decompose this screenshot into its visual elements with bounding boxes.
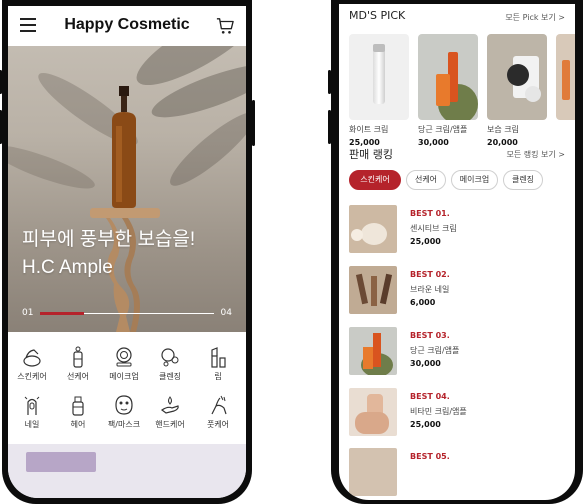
product-name: 보습 크림 [487, 125, 519, 134]
product-price: 30,000 [418, 138, 449, 147]
skincare-icon [23, 349, 41, 367]
cleansing-icon [161, 348, 179, 367]
product-image [349, 34, 409, 120]
app-header: Happy Cosmetic [8, 6, 246, 46]
category-handcare[interactable]: 핸드케어 [150, 394, 190, 430]
product-image [349, 388, 397, 436]
ranking-item[interactable]: BEST 03. 당근 크림/앰플 30,000 [349, 327, 559, 381]
tab-suncare[interactable]: 선케어 [406, 170, 446, 190]
product-name: 화이트 크림 [349, 125, 389, 134]
suncare-icon [73, 346, 83, 368]
side-button [0, 70, 2, 94]
product-bottle-illustration [90, 86, 160, 332]
md-pick-view-all[interactable]: 모든 Pick 보기 > [505, 12, 565, 23]
slide-current: 01 [22, 308, 34, 318]
category-lip[interactable]: 립 [198, 346, 238, 382]
category-makeup[interactable]: 메이크업 [104, 346, 144, 382]
rank-label: BEST 05. [410, 452, 450, 461]
tab-skincare[interactable]: 스킨케어 [349, 170, 401, 190]
category-footcare[interactable]: 풋케어 [198, 394, 238, 430]
product-price: 25,000 [410, 420, 441, 429]
product-name: 비타민 크림/앰플 [410, 407, 467, 416]
md-pick-item[interactable]: 보습 크림 20,000 [487, 34, 549, 147]
category-label: 네일 [24, 420, 40, 429]
side-button [328, 70, 331, 94]
category-label: 립 [214, 372, 222, 381]
product-image [349, 205, 397, 253]
category-label: 헤어 [70, 420, 86, 429]
md-pick-title: MD'S PICK [349, 9, 406, 22]
promo-strip[interactable] [8, 444, 246, 498]
md-pick-item[interactable]: 화이트 크림 25,000 [349, 34, 411, 147]
hero-banner[interactable] [8, 6, 246, 332]
ranking-view-all[interactable]: 모든 랭킹 보기 > [507, 149, 566, 160]
category-nail[interactable]: 네일 [12, 394, 52, 430]
hero-headline: 피부에 풍부한 보습을! [22, 229, 196, 250]
slide-progress [40, 312, 84, 315]
md-pick-item[interactable] [556, 34, 575, 124]
product-price: 30,000 [410, 359, 441, 368]
rank-label: BEST 03. [410, 331, 450, 340]
ranking-item[interactable]: BEST 01. 센시티브 크림 25,000 [349, 205, 559, 259]
hand-care-icon [160, 396, 179, 414]
ranking-item[interactable]: BEST 02. 브라운 네일 6,000 [349, 266, 559, 320]
category-skincare[interactable]: 스킨케어 [12, 346, 52, 382]
product-image [556, 34, 575, 120]
product-name: 당근 크림/앰플 [410, 346, 460, 355]
face-mask-icon [115, 395, 133, 415]
app-title: Happy Cosmetic [64, 16, 190, 33]
product-image [418, 34, 478, 120]
rank-label: BEST 04. [410, 392, 450, 401]
ranking-title: 판매 랭킹 [349, 148, 393, 161]
cart-icon[interactable] [216, 17, 234, 35]
product-image [349, 448, 397, 496]
product-price: 6,000 [410, 298, 436, 307]
category-label: 팩/마스크 [107, 420, 141, 429]
nail-icon [24, 396, 40, 415]
shop-screen: MD'S PICK 모든 Pick 보기 > 화이트 크림 25,000 당근 … [339, 4, 575, 500]
hair-bottle-icon [72, 396, 84, 416]
slide-total: 04 [220, 308, 232, 318]
category-suncare[interactable]: 선케어 [58, 346, 98, 382]
category-label: 핸드케어 [155, 420, 185, 429]
ranking-item[interactable]: BEST 04. 비타민 크림/앰플 25,000 [349, 388, 559, 442]
product-price: 20,000 [487, 138, 518, 147]
home-screen: Happy Cosmetic 피부에 풍부한 보습을! H.C Ample 01… [8, 6, 246, 498]
product-name: 센시티브 크림 [410, 224, 457, 233]
lipstick-icon [211, 347, 226, 368]
side-button [252, 100, 255, 146]
category-mask[interactable]: 팩/마스크 [104, 394, 144, 430]
rank-label: BEST 02. [410, 270, 450, 279]
md-pick-item[interactable]: 당근 크림/앰플 30,000 [418, 34, 480, 147]
rank-label: BEST 01. [410, 209, 450, 218]
phone-frame-left: Happy Cosmetic 피부에 풍부한 보습을! H.C Ample 01… [0, 0, 255, 504]
category-label: 선케어 [66, 372, 90, 381]
category-cleansing[interactable]: 클렌징 [150, 346, 190, 382]
product-price: 25,000 [410, 237, 441, 246]
tab-makeup[interactable]: 메이크업 [451, 170, 498, 190]
product-image [349, 266, 397, 314]
promo-thumbnail [26, 452, 96, 472]
category-grid: 스킨케어 선케어 메이크업 클렌징 립 네일 헤어 팩/마스크 핸드케어 풋케어 [8, 332, 246, 444]
tab-cleansing[interactable]: 클렌징 [503, 170, 543, 190]
side-button [328, 110, 331, 144]
category-label: 풋케어 [206, 420, 230, 429]
category-label: 스킨케어 [17, 372, 47, 381]
product-name: 브라운 네일 [410, 285, 450, 294]
category-label: 클렌징 [158, 372, 182, 381]
product-name: 당근 크림/앰플 [418, 125, 468, 134]
product-image [349, 327, 397, 375]
hero-text: 피부에 풍부한 보습을! H.C Ample [22, 226, 195, 282]
category-hair[interactable]: 헤어 [58, 394, 98, 430]
phone-frame-right: MD'S PICK 모든 Pick 보기 > 화이트 크림 25,000 당근 … [328, 0, 583, 504]
makeup-compact-icon [116, 347, 132, 367]
side-button [0, 110, 2, 144]
ranking-item[interactable]: BEST 05. [349, 448, 559, 500]
foot-care-icon [211, 395, 227, 415]
hero-subline: H.C Ample [22, 257, 113, 278]
slide-indicator[interactable]: 01 04 [22, 308, 232, 318]
product-image [487, 34, 547, 120]
category-label: 메이크업 [109, 372, 139, 381]
